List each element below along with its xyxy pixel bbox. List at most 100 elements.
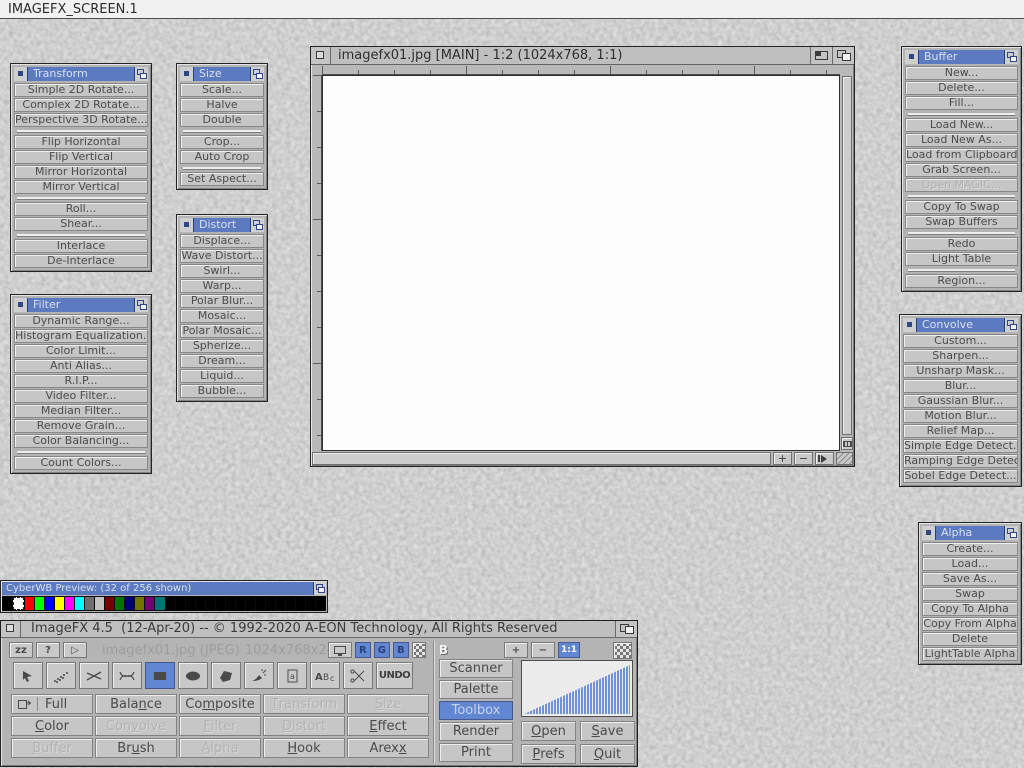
distort-depth-gadget[interactable] xyxy=(250,218,264,232)
color-swatch-8[interactable] xyxy=(85,597,94,610)
palette-strip-titlebar[interactable]: CyberWB Preview: (32 of 256 shown) xyxy=(2,582,326,595)
size-depth-gadget[interactable] xyxy=(250,67,264,81)
lighttable-alpha-button[interactable]: LightTable Alpha xyxy=(922,647,1018,661)
toolbar-titlebar[interactable]: ImageFX 4.5 (12-Apr-20) -- © 1992-2020 A… xyxy=(1,621,637,638)
toolbar-zoom-in-button[interactable]: + xyxy=(504,642,528,658)
median-filter-button[interactable]: Median Filter... xyxy=(14,404,148,418)
palette-strip-depth-gadget[interactable] xyxy=(313,582,326,595)
window-depth-gadget[interactable] xyxy=(832,47,854,64)
de-interlace-button[interactable]: De-Interlace xyxy=(14,254,148,268)
color-swatch-14[interactable] xyxy=(145,597,154,610)
swap-button[interactable]: Swap xyxy=(922,587,1018,601)
pointer-tool[interactable] xyxy=(13,662,43,689)
video-filter-button[interactable]: Video Filter... xyxy=(14,389,148,403)
color-swatch-19[interactable] xyxy=(196,597,205,610)
light-table-button[interactable]: Light Table xyxy=(905,252,1018,266)
brush-button[interactable]: Brush xyxy=(95,738,177,758)
color-balancing-button[interactable]: Color Balancing... xyxy=(14,434,148,448)
color-swatch-9[interactable] xyxy=(95,597,104,610)
flip-vertical-button[interactable]: Flip Vertical xyxy=(14,150,148,164)
color-swatch-20[interactable] xyxy=(206,597,215,610)
zoom-in-button[interactable]: + xyxy=(773,452,792,465)
grab-screen-button[interactable]: Grab Screen... xyxy=(905,163,1018,177)
toolbar-depth-gadget[interactable] xyxy=(615,621,637,637)
save-as-button[interactable]: Save As... xyxy=(922,572,1018,586)
composite-button[interactable]: Composite xyxy=(179,694,261,714)
curve-tool[interactable] xyxy=(112,662,142,689)
spherize-button[interactable]: Spherize... xyxy=(180,339,264,353)
brush-tool[interactable] xyxy=(244,662,274,689)
full-button[interactable]: Full xyxy=(11,694,93,714)
mosaic-button[interactable]: Mosaic... xyxy=(180,309,264,323)
save-button[interactable]: Save xyxy=(580,721,635,741)
load-new-as-button[interactable]: Load New As... xyxy=(905,133,1018,147)
load-new-button[interactable]: Load New... xyxy=(905,118,1018,132)
shear-button[interactable]: Shear... xyxy=(14,217,148,231)
color-swatch-24[interactable] xyxy=(246,597,255,610)
prefs-button[interactable]: Prefs xyxy=(521,744,576,764)
color-swatch-4[interactable] xyxy=(45,597,54,610)
color-swatch-31[interactable] xyxy=(316,597,325,610)
warp-button[interactable]: Warp... xyxy=(180,279,264,293)
zoom-ratio-button[interactable]: 1:1 xyxy=(558,642,580,658)
sharpen-button[interactable]: Sharpen... xyxy=(903,349,1018,363)
load-from-clipboard-button[interactable]: Load from Clipboard xyxy=(905,148,1018,162)
ruler-toggle-button[interactable] xyxy=(841,437,853,450)
fill-button[interactable]: Fill... xyxy=(905,96,1018,110)
color-swatch-29[interactable] xyxy=(296,597,305,610)
region-button[interactable]: Region... xyxy=(905,274,1018,288)
color-swatch-3[interactable] xyxy=(35,597,44,610)
displace-button[interactable]: Displace... xyxy=(180,234,264,248)
ramping-edge-detect-button[interactable]: Ramping Edge Detect xyxy=(903,454,1018,468)
set-aspect-button[interactable]: Set Aspect... xyxy=(180,172,264,186)
color-swatch-15[interactable] xyxy=(155,597,164,610)
vertical-scrollbar[interactable] xyxy=(842,76,852,435)
color-swatch-7[interactable] xyxy=(75,597,84,610)
color-swatch-18[interactable] xyxy=(186,597,195,610)
color-swatch-10[interactable] xyxy=(105,597,114,610)
green-channel-button[interactable]: G xyxy=(374,642,390,658)
scale-button[interactable]: Scale... xyxy=(180,83,264,97)
complex-2d-rotate-button[interactable]: Complex 2D Rotate... xyxy=(14,98,148,112)
quit-button[interactable]: Quit xyxy=(580,744,635,764)
new-button[interactable]: New... xyxy=(905,66,1018,80)
sleep-button[interactable]: zz xyxy=(9,642,33,658)
color-swatch-1[interactable] xyxy=(13,597,24,610)
toolbox-button[interactable]: Toolbox xyxy=(439,701,513,720)
color-swatch-27[interactable] xyxy=(276,597,285,610)
swap-buffers-button[interactable]: Swap Buffers xyxy=(905,215,1018,229)
pan-button[interactable] xyxy=(815,452,834,465)
color-swatch-0[interactable] xyxy=(3,597,12,610)
distort-close-gadget[interactable] xyxy=(180,218,194,232)
balance-button[interactable]: Balance xyxy=(95,694,177,714)
horizontal-scrollbar[interactable] xyxy=(312,452,771,465)
simple-edge-detect-button[interactable]: Simple Edge Detect... xyxy=(903,439,1018,453)
gaussian-blur-button[interactable]: Gaussian Blur... xyxy=(903,394,1018,408)
double-button[interactable]: Double xyxy=(180,113,264,127)
alpha-channel-button[interactable] xyxy=(412,642,426,658)
create-button[interactable]: Create... xyxy=(922,542,1018,556)
color-swatch-23[interactable] xyxy=(236,597,245,610)
color-swatch-17[interactable] xyxy=(176,597,185,610)
color-swatch-26[interactable] xyxy=(266,597,275,610)
copy-to-alpha-button[interactable]: Copy To Alpha xyxy=(922,602,1018,616)
alpha-depth-gadget[interactable] xyxy=(1004,526,1018,540)
render-button[interactable]: Render xyxy=(439,722,513,741)
clipboard-tool[interactable]: a xyxy=(277,662,307,689)
perspective-3d-rotate-button[interactable]: Perspective 3D Rotate... xyxy=(14,113,148,127)
convolve-close-gadget[interactable] xyxy=(903,318,917,332)
delete-button[interactable]: Delete xyxy=(922,632,1018,646)
mirror-horizontal-button[interactable]: Mirror Horizontal xyxy=(14,165,148,179)
alpha-close-gadget[interactable] xyxy=(922,526,936,540)
r-i-p-button[interactable]: R.I.P... xyxy=(14,374,148,388)
polar-blur-button[interactable]: Polar Blur... xyxy=(180,294,264,308)
text-tool[interactable]: ABc xyxy=(310,662,340,689)
image-window-titlebar[interactable]: imagefx01.jpg [MAIN] - 1:2 (1024x768, 1:… xyxy=(311,47,854,65)
color-swatch-25[interactable] xyxy=(256,597,265,610)
color-swatch-21[interactable] xyxy=(216,597,225,610)
halve-button[interactable]: Halve xyxy=(180,98,264,112)
dream-button[interactable]: Dream... xyxy=(180,354,264,368)
color-swatch-11[interactable] xyxy=(115,597,124,610)
airbrush-tool[interactable] xyxy=(46,662,76,689)
polygon-tool[interactable] xyxy=(211,662,241,689)
